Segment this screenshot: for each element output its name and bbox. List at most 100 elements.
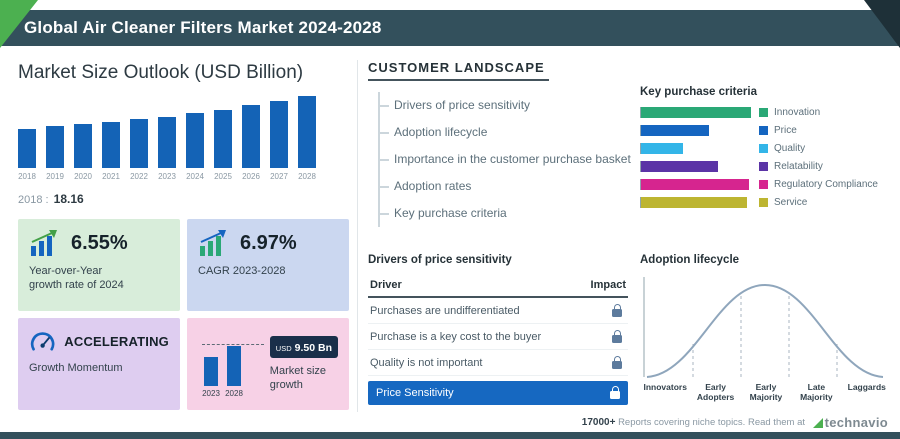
adoption-bell-curve-chart (643, 277, 884, 378)
legend-label: Service (774, 197, 808, 208)
driver-row: Quality is not important (368, 350, 628, 376)
market-bar (242, 105, 260, 168)
yoy-growth-card: 6.55% Year-over-Year growth rate of 2024 (18, 219, 180, 311)
key-purchase-row: Quality (640, 143, 892, 154)
key-purchase-chart: Innovation Price Quality Relatability Regula… (640, 107, 892, 208)
market-bar-column: 2020 (74, 124, 92, 181)
cagr-bars-icon (200, 230, 226, 256)
legend-label: Price (774, 125, 797, 136)
lock-icon (612, 356, 622, 369)
adoption-stage-label: Late Majority (791, 382, 841, 402)
adoption-stage-label: Early Adopters (690, 382, 740, 402)
market-bar-year: 2027 (270, 172, 288, 181)
mini-bar-column: 2023 (202, 357, 220, 398)
market-bar-column: 2028 (298, 96, 316, 181)
technavio-wordmark: technavio (824, 415, 888, 430)
driver-row: Purchases are undifferentiated (368, 298, 628, 324)
market-bar-year: 2018 (18, 172, 36, 181)
yoy-value: 6.55% (71, 231, 128, 254)
market-bar (186, 113, 204, 168)
header-bar: Global Air Cleaner Filters Market 2024-2… (0, 10, 900, 46)
yoy-line2: growth rate of 2024 (29, 279, 124, 291)
growth-line2: growth (269, 379, 303, 391)
market-bar (130, 119, 148, 168)
adoption-lifecycle-block: Adoption lifecycle Innovators Early Adopte… (640, 254, 892, 402)
legend-swatch (759, 108, 768, 117)
market-bar-column: 2022 (130, 119, 148, 181)
mini-bar (204, 357, 218, 386)
base-year-value: 18.16 (53, 192, 84, 206)
adoption-stage-line: Early (705, 382, 726, 392)
key-purchase-row: Innovation (640, 107, 892, 118)
market-bar-column: 2019 (46, 126, 64, 181)
technavio-logo[interactable]: technavio (812, 415, 888, 430)
key-purchase-row: Price (640, 125, 892, 136)
adoption-stage-label: Innovators (640, 382, 690, 402)
growth-dashed-line (202, 344, 264, 345)
market-bar-year: 2024 (186, 172, 204, 181)
key-purchase-bar (641, 125, 710, 136)
cagr-label: CAGR 2023-2028 (198, 265, 286, 277)
base-year-label: 2018 : (18, 194, 49, 206)
cagr-card: 6.97% CAGR 2023-2028 (187, 219, 349, 311)
market-growth-card: 2023 2028 USD 9.50 Bn Market size growth (187, 318, 349, 410)
key-purchase-bar-track (640, 179, 751, 190)
dark-corner-accent (864, 0, 900, 48)
driver-row: Purchase is a key cost to the buyer (368, 324, 628, 350)
base-year-note: 2018 : 18.16 (18, 192, 84, 206)
infographic-page: Global Air Cleaner Filters Market 2024-2… (0, 0, 900, 439)
customer-landscape-item: Adoption rates (380, 173, 632, 200)
speedometer-icon (30, 332, 55, 351)
legend-swatch (759, 198, 768, 207)
legend-swatch (759, 126, 768, 135)
key-purchase-bar-track (640, 143, 751, 154)
legend-label: Quality (774, 143, 806, 154)
column-divider (357, 60, 358, 412)
drivers-block: Drivers of price sensitivity Driver Impa… (368, 254, 628, 405)
market-bar (298, 96, 316, 168)
market-bar (158, 117, 176, 168)
mini-bar-year: 2023 (202, 389, 220, 398)
adoption-stage-label: Early Majority (741, 382, 791, 402)
stat-cards: 6.55% Year-over-Year growth rate of 2024… (18, 219, 349, 410)
adoption-stage-line: Laggards (847, 382, 886, 392)
market-bar (102, 122, 120, 168)
adoption-heading: Adoption lifecycle (640, 254, 740, 266)
legend-label: Relatability (774, 161, 823, 172)
driver-name: Quality is not important (370, 357, 483, 369)
yoy-line1: Year-over-Year (29, 265, 103, 277)
green-corner-accent (0, 0, 38, 48)
adoption-stage-line: Majority (749, 392, 783, 402)
market-bar-column: 2023 (158, 117, 176, 181)
customer-landscape-item: Key purchase criteria (380, 200, 632, 227)
market-bar-year: 2028 (298, 172, 316, 181)
market-bar-column: 2018 (18, 129, 36, 181)
key-purchase-bar-track (640, 197, 751, 208)
key-purchase-bar (641, 197, 747, 208)
key-purchase-bar-track (640, 107, 751, 118)
page-title: Global Air Cleaner Filters Market 2024-2… (24, 18, 382, 37)
growth-line1: Market size (269, 365, 327, 377)
market-bar (214, 110, 232, 168)
market-bar-column: 2026 (242, 105, 260, 181)
drivers-table-body: Purchases are undifferentiated Purchase i… (368, 298, 628, 376)
market-bar-year: 2021 (102, 172, 120, 181)
badge-value: 9.50 Bn (294, 342, 332, 354)
mini-bar (227, 346, 241, 386)
market-bar-column: 2027 (270, 101, 288, 181)
adoption-stage-line: Majority (800, 392, 833, 402)
growth-bars-icon (31, 230, 57, 256)
lock-icon (612, 330, 622, 343)
lock-icon (612, 304, 622, 317)
market-bar-year: 2019 (46, 172, 64, 181)
technavio-arrow-icon (812, 418, 823, 428)
legend-swatch (759, 144, 768, 153)
price-sensitivity-row: Price Sensitivity (368, 381, 628, 405)
customer-landscape-item: Adoption lifecycle (380, 119, 632, 146)
market-bar (74, 124, 92, 168)
market-bar-column: 2021 (102, 122, 120, 181)
drivers-heading: Drivers of price sensitivity (368, 254, 512, 266)
bottom-bar (0, 432, 900, 439)
driver-name: Purchase is a key cost to the buyer (370, 331, 542, 343)
market-bar (270, 101, 288, 168)
